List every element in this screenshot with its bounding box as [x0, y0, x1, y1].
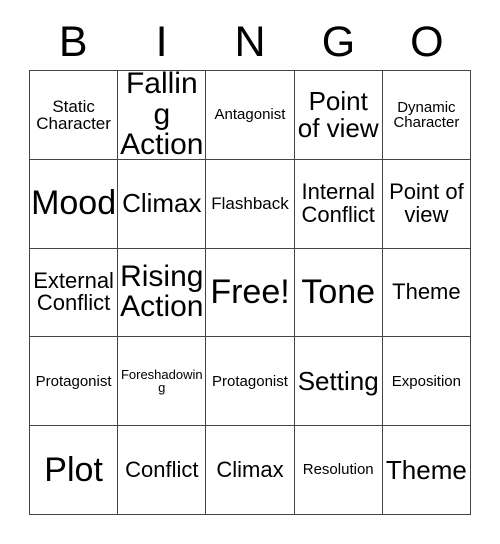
bingo-cell[interactable]: Rising Action: [118, 248, 207, 338]
bingo-cell-label: Theme: [385, 454, 467, 485]
bingo-header-letter-i: I: [155, 17, 168, 66]
bingo-cell[interactable]: Resolution: [294, 426, 383, 515]
bingo-header-letter-n: N: [234, 17, 266, 66]
bingo-cell[interactable]: Theme: [382, 248, 471, 338]
bingo-cell-label: Exposition: [391, 372, 461, 390]
bingo-cell-label: Setting: [297, 366, 379, 397]
bingo-cell[interactable]: Internal Conflict: [294, 159, 383, 249]
bingo-header-letter-o: O: [410, 17, 444, 66]
bingo-cell[interactable]: Antagonist: [206, 71, 295, 160]
bingo-cell[interactable]: External Conflict: [30, 248, 119, 338]
bingo-header-letter-b: B: [58, 17, 88, 66]
bingo-cell-label: Point of view: [389, 179, 464, 227]
bingo-cell-label: Static Character: [36, 96, 111, 133]
bingo-cell[interactable]: Static Character: [30, 71, 119, 160]
bingo-card: B I N G O Static Character Falling Action…: [0, 0, 500, 544]
bingo-cell-label: Conflict: [125, 456, 199, 482]
bingo-cell[interactable]: Protagonist: [206, 337, 295, 427]
bingo-header-row: B I N G O: [29, 14, 471, 70]
bingo-cell[interactable]: Climax: [206, 426, 295, 515]
bingo-cell-label: Falling Action: [120, 71, 204, 160]
bingo-cell[interactable]: Falling Action: [118, 71, 207, 160]
bingo-cell-label: Resolution: [302, 461, 374, 479]
bingo-cell[interactable]: Climax: [118, 159, 207, 249]
bingo-cell[interactable]: Foreshadowing: [118, 337, 207, 427]
bingo-cell[interactable]: Conflict: [118, 426, 207, 515]
bingo-cell[interactable]: Plot: [30, 426, 119, 515]
bingo-cell-label: Climax: [216, 456, 284, 482]
bingo-cell[interactable]: Point of view: [382, 159, 471, 249]
bingo-cell[interactable]: Free!: [206, 248, 295, 338]
bingo-cell-label: Mood: [31, 184, 117, 223]
bingo-cell[interactable]: Setting: [294, 337, 383, 427]
bingo-cell-label: Rising Action: [120, 259, 204, 324]
bingo-cell-label: Free!: [210, 273, 290, 312]
bingo-cell-label: Protagonist: [35, 372, 112, 390]
bingo-cell-label: Climax: [122, 188, 202, 219]
bingo-cell-label: Foreshadowing: [120, 367, 203, 396]
bingo-cell-label: Theme: [392, 279, 461, 305]
bingo-cell[interactable]: Mood: [30, 159, 119, 249]
bingo-cell-label: Tone: [301, 273, 376, 312]
bingo-cell[interactable]: Point of view: [294, 71, 383, 160]
bingo-cell[interactable]: Protagonist: [30, 337, 119, 427]
bingo-cell-label: Dynamic Character: [393, 98, 460, 131]
bingo-cell[interactable]: Exposition: [382, 337, 471, 427]
bingo-cell[interactable]: Theme: [382, 426, 471, 515]
bingo-cell[interactable]: Dynamic Character: [382, 71, 471, 160]
bingo-cell-label: Plot: [44, 450, 103, 489]
bingo-cell[interactable]: Flashback: [206, 159, 295, 249]
bingo-header-letter-g: G: [321, 17, 356, 66]
bingo-cell-label: Protagonist: [212, 372, 288, 390]
bingo-cell-label: Flashback: [211, 194, 289, 214]
bingo-cell[interactable]: Tone: [294, 248, 383, 338]
bingo-cell-label: Internal Conflict: [301, 179, 375, 227]
bingo-grid: Static Character Falling Action Antagonist…: [29, 70, 471, 515]
bingo-cell-label: Point of view: [297, 86, 379, 143]
bingo-cell-label: Antagonist: [214, 106, 286, 124]
bingo-cell-label: External Conflict: [33, 268, 114, 316]
